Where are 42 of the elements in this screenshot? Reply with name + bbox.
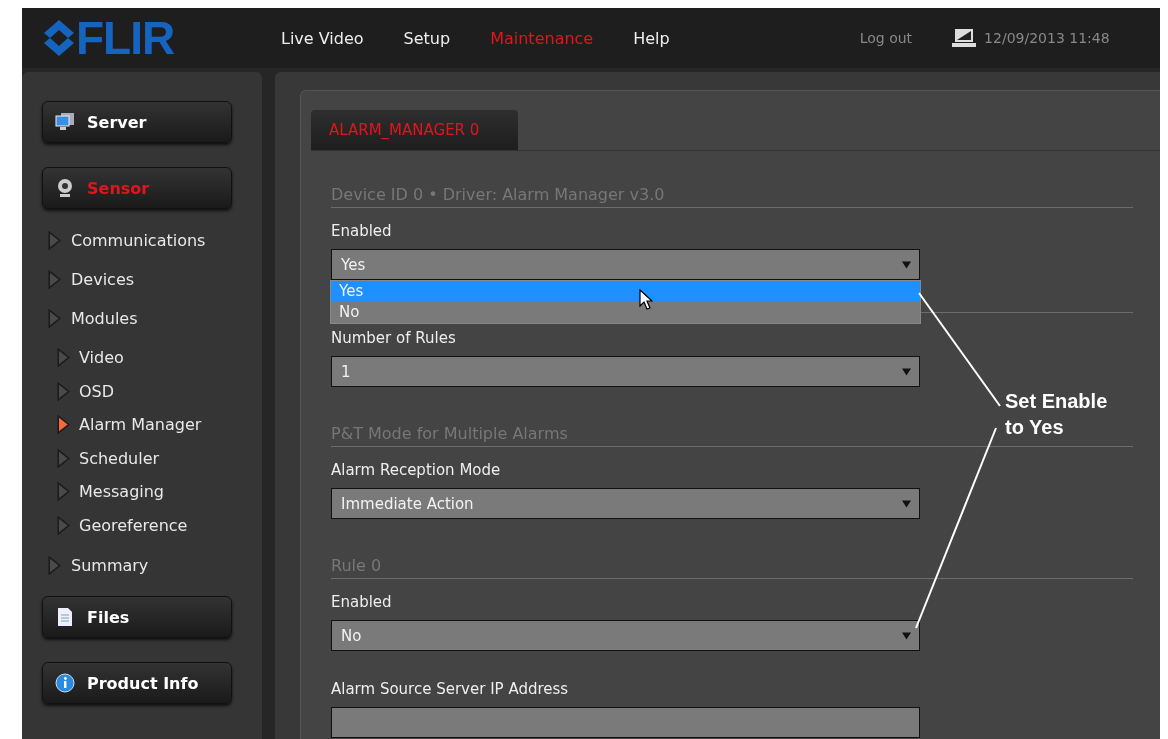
dropdown-select[interactable]: Immediate Action — [331, 488, 920, 519]
field-label: Enabled — [331, 221, 392, 241]
sidebar-item[interactable]: OSD — [57, 374, 262, 408]
cursor-icon — [639, 289, 653, 311]
date-time: 12/09/2013 11:48 — [984, 30, 1110, 46]
callout-text: Set Enable to Yes — [1005, 389, 1109, 440]
nav-link[interactable]: Live Video — [281, 28, 364, 48]
sidebar-item[interactable]: Modules — [48, 299, 262, 338]
field-label: Alarm Reception Mode — [331, 460, 501, 480]
caret-icon — [902, 499, 911, 508]
sidebar-item[interactable]: Devices — [48, 260, 262, 299]
logo-icon — [42, 20, 76, 56]
sidebar-item[interactable]: Video — [57, 341, 262, 375]
dropdown-select[interactable]: Yes — [331, 249, 920, 280]
caret-icon — [902, 631, 911, 640]
document-icon — [55, 607, 75, 627]
sidebar-item[interactable]: Alarm Manager — [57, 408, 262, 442]
info-icon — [55, 673, 75, 693]
sidebar-button[interactable]: Files — [42, 596, 232, 638]
nav-link[interactable]: Help — [633, 28, 670, 48]
monitor-icon — [55, 112, 75, 132]
dropdown-select[interactable]: 1 — [331, 356, 920, 387]
sidebar-button[interactable]: Product Info — [42, 662, 232, 704]
sidebar-item[interactable]: Georeference — [57, 508, 262, 542]
sidebar-item[interactable]: Summary — [48, 546, 262, 585]
field-label: Number of Rules — [331, 328, 456, 348]
dropdown-option[interactable]: No — [331, 302, 920, 323]
dropdown-select[interactable]: No — [331, 620, 920, 651]
field-label: Alarm Source Server IP Address — [331, 679, 569, 699]
logo-text: FLIR — [76, 15, 175, 61]
sidebar-item[interactable]: Scheduler — [57, 441, 262, 475]
input-field[interactable] — [331, 707, 920, 738]
webcam-icon — [55, 178, 75, 198]
laptop-icon — [952, 28, 977, 48]
logout-link[interactable]: Log out — [859, 30, 913, 46]
caret-icon — [902, 260, 911, 269]
field-label: Enabled — [331, 592, 392, 612]
caret-icon — [902, 367, 911, 376]
sidebar-item[interactable]: Messaging — [57, 475, 262, 509]
sidebar-item[interactable]: Communications — [48, 221, 262, 260]
nav-link[interactable]: Setup — [403, 28, 451, 48]
sidebar-button[interactable]: Server — [42, 101, 232, 143]
